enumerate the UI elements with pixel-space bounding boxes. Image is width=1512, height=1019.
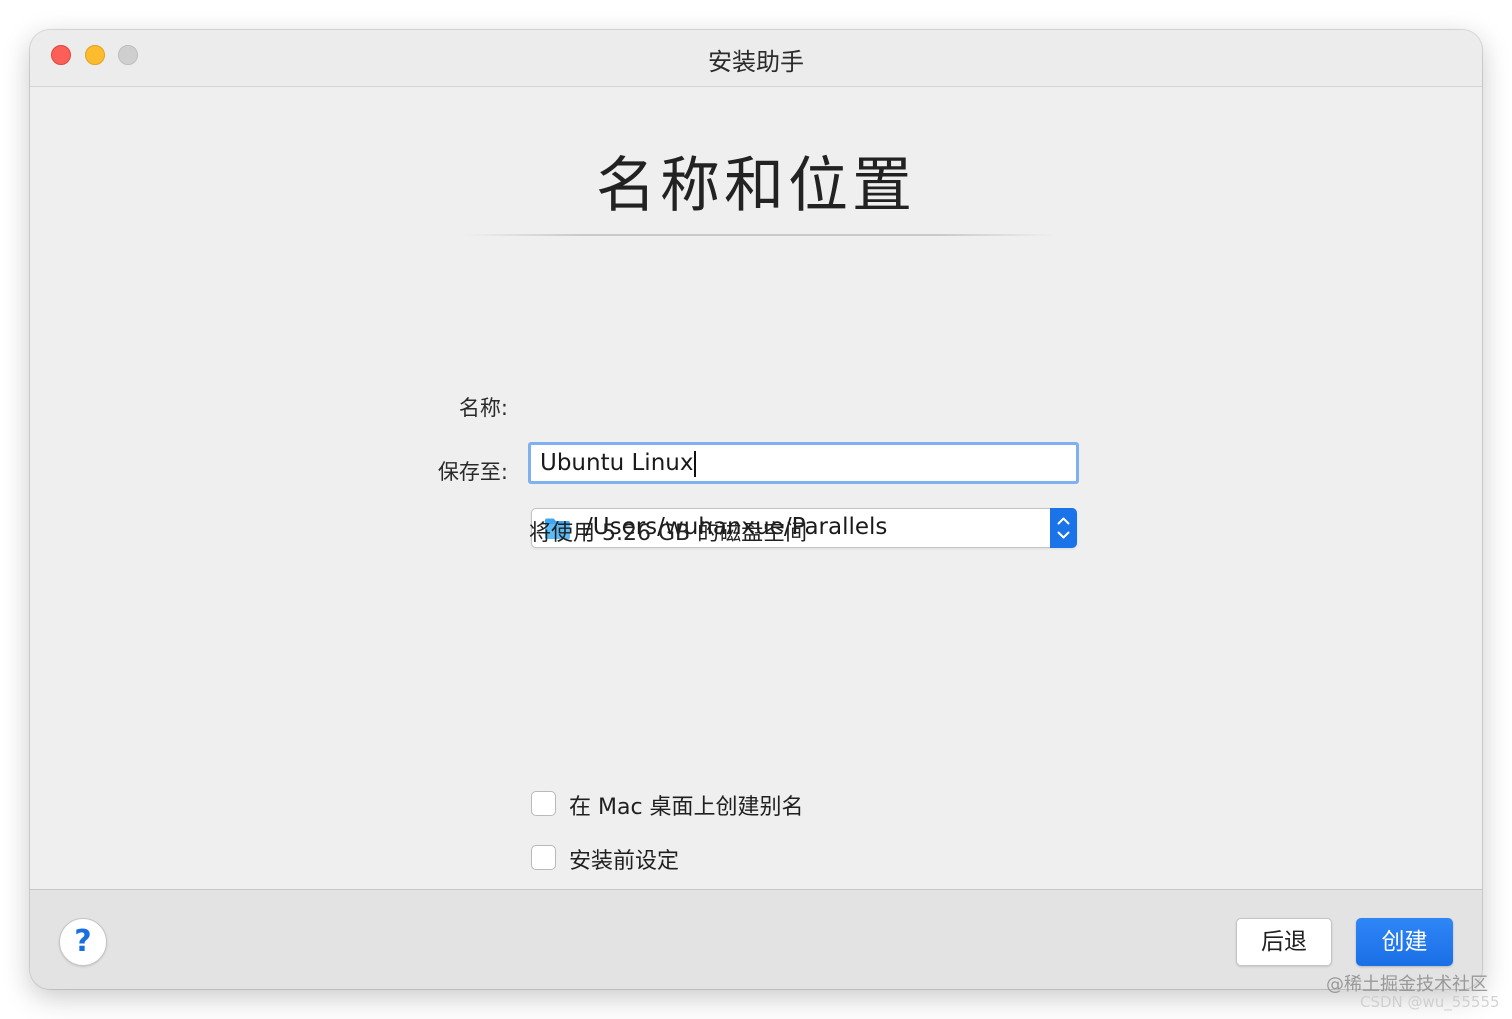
disk-usage-note: 将使用 5.26 GB 的磁盘空间 xyxy=(529,521,808,546)
title-bar: 安装助手 xyxy=(30,30,1482,87)
save-location-label: 保存至: xyxy=(437,460,508,484)
back-button[interactable]: 后退 xyxy=(1236,918,1332,966)
text-caret xyxy=(694,450,697,477)
name-label: 名称: xyxy=(458,396,508,420)
desktop-alias-checkbox[interactable] xyxy=(531,791,556,816)
watermark-csdn: CSDN @wu_55555 xyxy=(1360,993,1500,1011)
page-title: 名称和位置 xyxy=(596,151,916,221)
heading-divider xyxy=(465,234,1055,236)
desktop-alias-label[interactable]: 在 Mac 桌面上创建别名 xyxy=(569,789,804,821)
chevron-up-down-icon xyxy=(1057,517,1070,539)
create-button[interactable]: 创建 xyxy=(1356,918,1453,966)
popup-stepper[interactable] xyxy=(1050,508,1077,548)
name-input-value: Ubuntu Linux xyxy=(540,450,694,476)
footer-bar: ? 后退 创建 xyxy=(30,889,1482,989)
window-title: 安装助手 xyxy=(708,48,804,76)
name-input[interactable]: Ubuntu Linux xyxy=(528,442,1079,484)
customize-before-install-checkbox[interactable] xyxy=(531,845,556,870)
customize-before-install-label[interactable]: 安装前设定 xyxy=(569,843,679,875)
help-button[interactable]: ? xyxy=(59,918,107,966)
main-content: 名称和位置 名称: Ubuntu Linux 保存至: /Users/wuhan… xyxy=(30,87,1482,889)
installer-window: 安装助手 名称和位置 名称: Ubuntu Linux 保存至: /Users/… xyxy=(30,30,1482,989)
